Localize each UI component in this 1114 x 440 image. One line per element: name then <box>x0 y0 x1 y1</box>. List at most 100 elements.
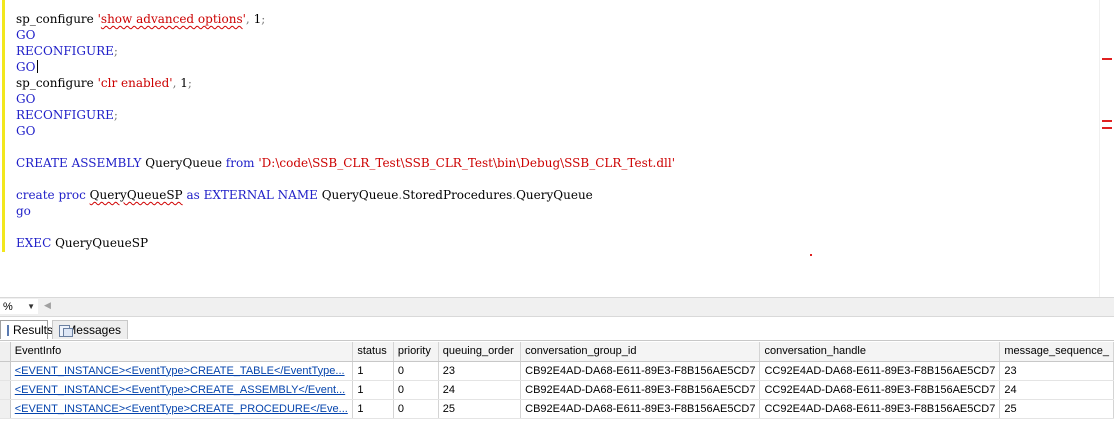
message-sequence-cell[interactable]: 25 <box>999 399 1114 419</box>
grid-icon <box>7 324 9 336</box>
code-token: QueryQueue <box>141 156 226 170</box>
code-token: GO <box>16 92 36 106</box>
editor-overview-ruler[interactable] <box>1099 0 1114 297</box>
tab-messages-label: Messages <box>66 323 121 337</box>
code-line[interactable]: CREATE ASSEMBLY QueryQueue from 'D:\code… <box>16 155 675 171</box>
messages-icon <box>59 324 75 337</box>
queuing-order-cell[interactable]: 24 <box>438 380 522 400</box>
code-line[interactable]: GO <box>16 27 675 43</box>
priority-cell[interactable]: 0 <box>393 399 439 419</box>
results-grid[interactable]: EventInfo status priority queuing_order … <box>0 342 1114 440</box>
code-token: QueryQueueSP <box>89 188 183 202</box>
tab-results[interactable]: Results <box>0 320 53 339</box>
code-token: QueryQueue <box>317 188 399 202</box>
event-info-link[interactable]: <EVENT_INSTANCE><EventType>CREATE_ASSEMB… <box>15 384 345 396</box>
priority-cell[interactable]: 0 <box>393 380 439 400</box>
code-token: EXEC <box>16 236 52 250</box>
code-line[interactable]: RECONFIGURE; <box>16 107 675 123</box>
conversation-group-id-cell[interactable]: CB92E4AD-DA68-E611-89E3-F8B156AE5CD7 <box>520 399 761 419</box>
tab-results-label: Results <box>13 323 54 337</box>
code-token: ; <box>261 12 266 26</box>
table-row[interactable]: <EVENT_INSTANCE><EventType>CREATE_TABLE<… <box>0 361 1114 381</box>
table-row[interactable]: <EVENT_INSTANCE><EventType>CREATE_ASSEMB… <box>0 380 1114 400</box>
code-token: GO <box>16 124 36 138</box>
code-line[interactable]: GO <box>16 123 675 139</box>
error-marker[interactable] <box>1102 58 1112 60</box>
text-caret <box>37 60 39 73</box>
status-cell[interactable]: 1 <box>352 399 394 419</box>
conversation-group-id-cell[interactable]: CB92E4AD-DA68-E611-89E3-F8B156AE5CD7 <box>520 380 761 400</box>
code-line[interactable]: RECONFIGURE; <box>16 43 675 59</box>
event-info-link[interactable]: <EVENT_INSTANCE><EventType>CREATE_PROCED… <box>15 403 348 415</box>
code-token: show advanced options <box>100 12 243 26</box>
code-line[interactable]: EXEC QueryQueueSP <box>16 235 675 251</box>
scroll-left-icon[interactable]: ◀ <box>44 300 51 311</box>
column-header[interactable]: conversation_group_id <box>520 342 761 362</box>
priority-cell[interactable]: 0 <box>393 361 439 381</box>
results-tabstrip: Results Messages <box>0 318 1114 341</box>
status-cell[interactable]: 1 <box>352 380 394 400</box>
column-header[interactable]: priority <box>393 342 439 362</box>
conversation-group-id-cell[interactable]: CB92E4AD-DA68-E611-89E3-F8B156AE5CD7 <box>520 361 761 381</box>
code-token: ; <box>113 44 118 58</box>
code-line[interactable]: go <box>16 203 675 219</box>
column-header[interactable]: EventInfo <box>10 342 354 362</box>
code-token: RECONFIGURE <box>16 108 114 122</box>
editor-status-strip: % ▼ ◀ <box>0 297 1114 317</box>
status-cell[interactable]: 1 <box>352 361 394 381</box>
code-line[interactable]: create proc QueryQueueSP as EXTERNAL NAM… <box>16 187 675 203</box>
tab-messages[interactable]: Messages <box>52 320 128 339</box>
code-token: , <box>245 12 254 26</box>
queuing-order-cell[interactable]: 23 <box>438 361 522 381</box>
error-marker[interactable] <box>1102 120 1112 122</box>
column-header[interactable]: conversation_handle <box>759 342 1001 362</box>
message-sequence-cell[interactable]: 24 <box>999 380 1114 400</box>
chevron-down-icon: ▼ <box>27 302 35 311</box>
code-token: ; <box>187 76 192 90</box>
message-sequence-cell[interactable]: 23 <box>999 361 1114 381</box>
event-info-cell[interactable]: <EVENT_INSTANCE><EventType>CREATE_PROCED… <box>10 399 354 419</box>
conversation-handle-cell[interactable]: CC92E4AD-DA68-E611-89E3-F8B156AE5CD7 <box>759 399 1001 419</box>
row-header[interactable] <box>0 361 11 381</box>
query-editor[interactable]: sp_configure 'show advanced options', 1;… <box>0 0 1114 297</box>
code-token: CREATE ASSEMBLY <box>16 156 142 170</box>
event-info-cell[interactable]: <EVENT_INSTANCE><EventType>CREATE_TABLE<… <box>10 361 354 381</box>
row-header[interactable] <box>0 380 11 400</box>
zoom-value: % <box>3 300 13 313</box>
table-row[interactable]: <EVENT_INSTANCE><EventType>CREATE_PROCED… <box>0 399 1114 419</box>
code-token: GO <box>16 28 36 42</box>
code-line[interactable]: GO <box>16 91 675 107</box>
code-token: QueryQueue <box>516 188 593 202</box>
zoom-dropdown[interactable]: % ▼ <box>0 299 38 314</box>
row-header[interactable] <box>0 399 11 419</box>
event-info-cell[interactable]: <EVENT_INSTANCE><EventType>CREATE_ASSEMB… <box>10 380 354 400</box>
change-tracking-bar <box>2 0 5 252</box>
column-header[interactable]: message_sequence_ <box>999 342 1114 362</box>
code-token: 'D:\code\SSB_CLR_Test\SSB_CLR_Test\bin\D… <box>258 156 676 170</box>
sql-code[interactable]: sp_configure 'show advanced options', 1;… <box>16 11 675 251</box>
error-dot <box>810 254 812 256</box>
code-token: as <box>186 188 200 202</box>
code-token: go <box>16 204 31 218</box>
code-line[interactable]: GO <box>16 59 675 75</box>
code-line[interactable] <box>16 139 675 155</box>
row-header-corner[interactable] <box>0 342 11 362</box>
code-token: QueryQueueSP <box>51 236 149 250</box>
code-token: EXTERNAL NAME <box>203 188 318 202</box>
code-token: from <box>225 156 255 170</box>
queuing-order-cell[interactable]: 25 <box>438 399 522 419</box>
code-line[interactable] <box>16 171 675 187</box>
code-line[interactable]: sp_configure 'clr enabled', 1; <box>16 75 675 91</box>
column-header[interactable]: queuing_order <box>438 342 522 362</box>
code-line[interactable] <box>16 219 675 235</box>
code-token: create proc <box>16 188 86 202</box>
code-line[interactable]: sp_configure 'show advanced options', 1; <box>16 11 675 27</box>
conversation-handle-cell[interactable]: CC92E4AD-DA68-E611-89E3-F8B156AE5CD7 <box>759 380 1001 400</box>
code-token: ; <box>113 108 118 122</box>
error-marker[interactable] <box>1102 127 1112 129</box>
conversation-handle-cell[interactable]: CC92E4AD-DA68-E611-89E3-F8B156AE5CD7 <box>759 361 1001 381</box>
column-header[interactable]: status <box>352 342 394 362</box>
event-info-link[interactable]: <EVENT_INSTANCE><EventType>CREATE_TABLE<… <box>15 365 345 377</box>
code-token: RECONFIGURE <box>16 44 114 58</box>
code-token: StoredProcedures <box>402 188 513 202</box>
